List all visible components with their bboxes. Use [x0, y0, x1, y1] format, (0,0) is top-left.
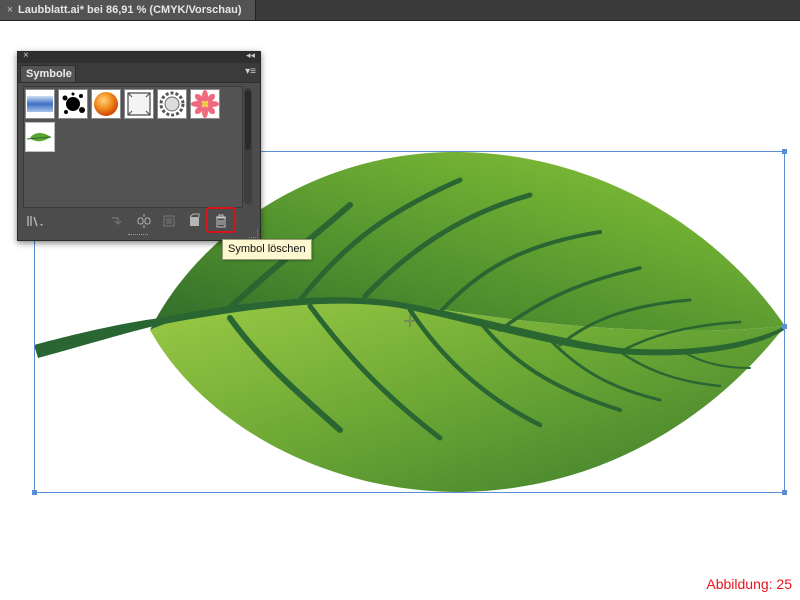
- move-cursor-icon: [404, 315, 416, 327]
- selection-handle[interactable]: [782, 490, 787, 495]
- selection-handle[interactable]: [32, 490, 37, 495]
- selection-handle[interactable]: [782, 149, 787, 154]
- tooltip-delete-symbol: Symbol löschen: [222, 239, 312, 260]
- library-menu-icon[interactable]: [26, 213, 46, 229]
- break-link-icon[interactable]: [136, 213, 152, 229]
- place-symbol-instance-icon[interactable]: [108, 213, 124, 229]
- flower-symbol[interactable]: [190, 89, 220, 119]
- badge-symbol[interactable]: [157, 89, 187, 119]
- frame-symbol[interactable]: [124, 89, 154, 119]
- symbol-options-icon[interactable]: [161, 213, 177, 229]
- panel-corner-resize[interactable]: [249, 229, 258, 238]
- panel-tab-row: Symbole ▾≡: [18, 63, 260, 83]
- tab-symbole[interactable]: Symbole: [20, 65, 76, 82]
- blue-bar-symbol[interactable]: [25, 89, 55, 119]
- selection-handle[interactable]: [782, 324, 787, 329]
- collapse-panel-icon[interactable]: ◂◂: [246, 50, 255, 61]
- leaf-symbol[interactable]: [25, 122, 55, 152]
- panel-title-bar[interactable]: × ◂◂: [18, 50, 260, 63]
- panel-resize-grip[interactable]: [128, 234, 148, 237]
- scrollbar-thumb[interactable]: [245, 90, 251, 150]
- panel-scrollbar[interactable]: [244, 88, 252, 204]
- panel-menu-icon[interactable]: ▾≡: [245, 66, 256, 77]
- trash-highlight-frame: [206, 207, 236, 233]
- symbols-panel[interactable]: × ◂◂ Symbole ▾≡: [17, 50, 261, 241]
- new-symbol-icon[interactable]: [186, 213, 202, 229]
- figure-caption: Abbildung: 25: [706, 576, 792, 592]
- close-panel-icon[interactable]: ×: [23, 50, 29, 61]
- ink-splat-symbol[interactable]: [58, 89, 88, 119]
- panel-footer: [18, 207, 260, 233]
- orange-sphere-symbol[interactable]: [91, 89, 121, 119]
